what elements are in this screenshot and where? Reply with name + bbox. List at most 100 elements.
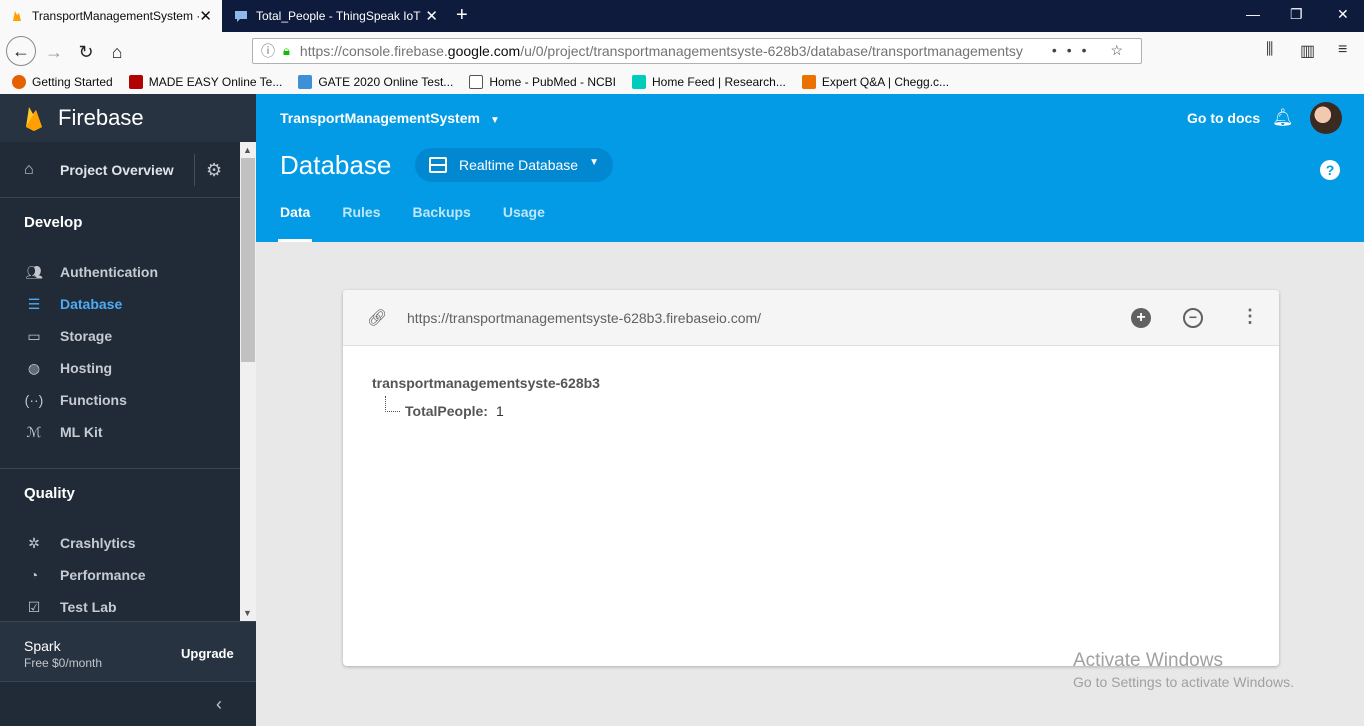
- home-icon[interactable]: ⌂: [103, 38, 131, 66]
- project-overview[interactable]: ⌂ Project Overview ⚙: [0, 142, 240, 198]
- plan-price: Free $0/month: [24, 656, 103, 670]
- sidebar-item-crashlytics[interactable]: ✲ Crashlytics: [0, 527, 240, 559]
- scroll-down-icon[interactable]: ▼: [243, 608, 252, 618]
- tab-rules[interactable]: Rules: [342, 204, 380, 242]
- database-data-card: 🔗︎ https://transportmanagementsyste-628b…: [343, 290, 1279, 666]
- sidebar-item-label: Hosting: [60, 360, 113, 376]
- back-icon[interactable]: ←: [6, 36, 36, 66]
- sidebar-item-database[interactable]: ☰ Database: [0, 288, 240, 320]
- lock-icon: 🔒︎: [283, 43, 290, 58]
- tab-title: Total_People - ThingSpeak IoT: [256, 9, 421, 23]
- collapse-sidebar[interactable]: ‹: [0, 681, 256, 726]
- database-selector-label: Realtime Database: [459, 157, 579, 173]
- sidebar-item-functions[interactable]: (··) Functions: [0, 384, 240, 416]
- chegg-icon: [801, 75, 816, 89]
- tab-thingspeak[interactable]: Total_People - ThingSpeak IoT ✕: [224, 0, 448, 32]
- tab-firebase[interactable]: TransportManagementSystem · ✕: [0, 0, 222, 32]
- section-divider: [0, 468, 240, 469]
- develop-section-title: Develop: [24, 214, 83, 231]
- database-icon: ☰: [27, 295, 41, 312]
- chat-icon: [235, 11, 247, 22]
- root-node[interactable]: transportmanagementsyste-628b3: [372, 375, 600, 391]
- firebase-logo-icon: [26, 107, 42, 131]
- database-selector[interactable]: Realtime Database ▼: [415, 148, 613, 182]
- sidebar-toggle-icon[interactable]: ▥: [1300, 41, 1315, 61]
- menu-icon[interactable]: ≡: [1338, 41, 1347, 59]
- database-tabs: Data Rules Backups Usage: [277, 204, 577, 242]
- tab-data[interactable]: Data: [277, 204, 313, 242]
- url-text[interactable]: https://console.firebase.google.com/u/0/…: [300, 43, 1030, 59]
- bookmark-made-easy[interactable]: MADE EASY Online Te...: [128, 75, 282, 89]
- add-child-icon[interactable]: +: [1131, 308, 1151, 328]
- close-icon[interactable]: ✕: [425, 7, 438, 25]
- tab-backups[interactable]: Backups: [412, 204, 470, 242]
- madeeasy-icon: [128, 75, 143, 89]
- page-title: Database: [280, 150, 392, 180]
- pubmed-icon: [469, 75, 484, 89]
- browser-chrome: TransportManagementSystem · ✕ Total_Peop…: [0, 0, 1364, 94]
- scroll-up-icon[interactable]: ▲: [243, 145, 252, 155]
- child-value[interactable]: 1: [496, 403, 504, 419]
- plan-name: Spark: [24, 638, 61, 654]
- url-bar[interactable]: ⓘ 🔒︎ https://console.firebase.google.com…: [252, 38, 1142, 64]
- bookmark-researchgate[interactable]: Home Feed | Research...: [632, 75, 786, 89]
- windows-activation-watermark: Activate Windows Go to Settings to activ…: [1073, 650, 1294, 690]
- sidebar-item-storage[interactable]: ▭ Storage: [0, 320, 240, 352]
- bookmark-chegg[interactable]: Expert Q&A | Chegg.c...: [801, 75, 949, 89]
- people-icon: 👥︎: [25, 263, 43, 280]
- project-selector[interactable]: TransportManagementSystem ▼: [280, 110, 500, 126]
- bookmarks-bar: Getting Started MADE EASY Online Te... G…: [0, 70, 1364, 94]
- reload-icon[interactable]: ↻: [72, 38, 100, 66]
- bookmark-getting-started[interactable]: Getting Started: [12, 75, 113, 89]
- tab-usage[interactable]: Usage: [503, 204, 545, 242]
- image-icon: ▭: [27, 327, 41, 344]
- close-icon[interactable]: ✕: [199, 7, 212, 25]
- sidebar-item-authentication[interactable]: 👥︎ Authentication: [0, 256, 240, 288]
- page-actions-icon[interactable]: ••• ☆: [1052, 42, 1133, 59]
- researchgate-icon: [632, 75, 647, 89]
- sidebar: Firebase ⌂ Project Overview ⚙ Develop 👥︎…: [0, 94, 256, 726]
- chevron-left-icon[interactable]: ‹: [216, 694, 222, 715]
- collapse-icon[interactable]: −: [1183, 308, 1203, 328]
- gate-icon: [298, 75, 313, 89]
- scrollbar-thumb[interactable]: [241, 158, 255, 362]
- go-to-docs-link[interactable]: Go to docs: [1187, 110, 1260, 126]
- help-icon[interactable]: ?: [1320, 160, 1340, 180]
- library-icon[interactable]: ⫼: [1266, 41, 1273, 59]
- sidebar-item-label: Test Lab: [60, 599, 117, 615]
- firefox-icon: [12, 75, 26, 89]
- sidebar-item-hosting[interactable]: ◍ Hosting: [0, 352, 240, 384]
- child-key[interactable]: TotalPeople:: [405, 403, 488, 419]
- sidebar-scroll-area: ⌂ Project Overview ⚙ Develop 👥︎ Authenti…: [0, 142, 240, 621]
- link-icon: 🔗︎: [367, 310, 388, 327]
- info-icon[interactable]: ⓘ: [261, 41, 275, 61]
- home-icon: ⌂: [24, 160, 34, 178]
- avatar[interactable]: [1310, 102, 1342, 134]
- sidebar-item-label: Storage: [60, 328, 113, 344]
- caret-down-icon: ▼: [589, 157, 599, 168]
- forward-icon[interactable]: →: [40, 38, 68, 66]
- upgrade-button[interactable]: Upgrade: [181, 646, 234, 661]
- minimize-icon[interactable]: —: [1246, 6, 1260, 22]
- bookmark-pubmed[interactable]: Home - PubMed - NCBI: [469, 75, 616, 89]
- watermark-title: Activate Windows: [1073, 650, 1223, 671]
- database-url[interactable]: https://transportmanagementsyste-628b3.f…: [407, 310, 761, 326]
- sidebar-item-label: Performance: [60, 567, 146, 583]
- restore-icon[interactable]: ❐: [1290, 6, 1303, 23]
- new-tab-icon[interactable]: +: [456, 4, 468, 27]
- sidebar-item-performance[interactable]: ◔ Performance: [0, 559, 240, 591]
- quality-section-title: Quality: [24, 485, 75, 502]
- plan-panel: Spark Free $0/month Upgrade: [0, 621, 256, 681]
- tab-title: TransportManagementSystem ·: [32, 9, 201, 23]
- sidebar-item-test-lab[interactable]: ☑ Test Lab: [0, 591, 240, 621]
- bookmark-gate[interactable]: GATE 2020 Online Test...: [298, 75, 453, 89]
- sidebar-item-ml-kit[interactable]: ℳ ML Kit: [0, 416, 240, 448]
- navigation-bar: ← → ↻ ⌂ ⓘ 🔒︎ https://console.firebase.go…: [0, 32, 1364, 70]
- divider: [194, 154, 195, 186]
- close-window-icon[interactable]: ✕: [1337, 6, 1349, 23]
- sidebar-scrollbar[interactable]: ▲ ▼: [240, 142, 256, 621]
- brand-header[interactable]: Firebase: [0, 94, 256, 142]
- more-vert-icon[interactable]: ⋮: [1241, 306, 1259, 327]
- bell-icon[interactable]: 🔔︎: [1272, 108, 1294, 128]
- gear-icon[interactable]: ⚙: [206, 160, 222, 181]
